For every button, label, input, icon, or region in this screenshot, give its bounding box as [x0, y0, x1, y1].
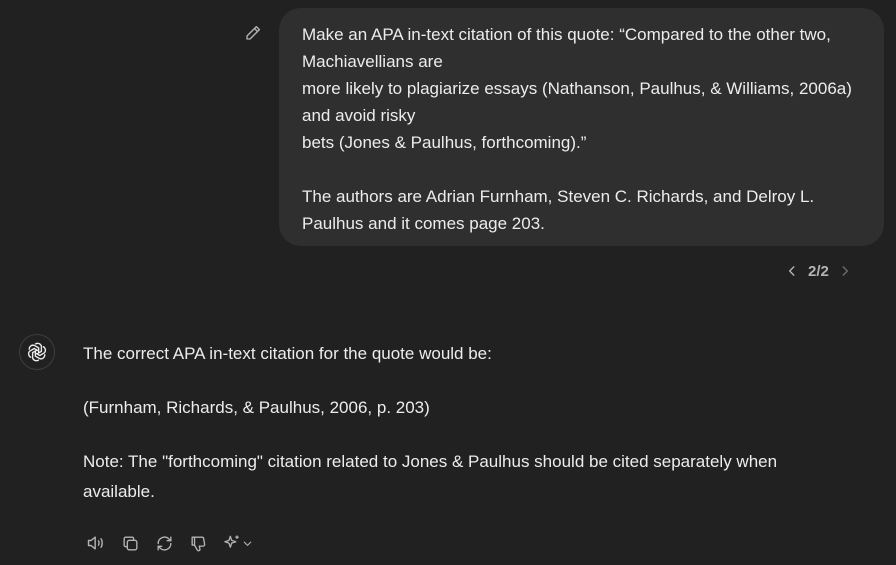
switch-model-button[interactable]	[220, 530, 254, 556]
chevron-right-icon	[838, 264, 852, 278]
thumbs-down-icon	[189, 534, 208, 553]
regenerate-button[interactable]	[152, 530, 176, 556]
copy-icon	[121, 534, 140, 553]
pencil-icon	[244, 24, 262, 42]
message-action-bar	[84, 530, 254, 556]
previous-response-button[interactable]	[782, 260, 802, 282]
assistant-message-citation: (Furnham, Richards, & Paulhus, 2006, p. …	[83, 398, 430, 417]
user-message-bubble: Make an APA in-text citation of this quo…	[279, 8, 884, 246]
bad-response-button[interactable]	[186, 530, 210, 556]
copy-button[interactable]	[118, 530, 142, 556]
assistant-avatar	[19, 334, 55, 370]
response-pager: 2/2	[782, 260, 855, 282]
openai-logo-icon	[26, 341, 48, 363]
assistant-message-paragraph: Note: The "forthcoming" citation related…	[83, 452, 778, 501]
next-response-button[interactable]	[835, 260, 855, 282]
chevron-left-icon	[785, 264, 799, 278]
pager-label: 2/2	[808, 262, 829, 280]
user-message-paragraph: The authors are Adrian Furnham, Steven C…	[302, 187, 815, 233]
assistant-message: The correct APA in-text citation for the…	[83, 339, 843, 531]
chat-page: Make an APA in-text citation of this quo…	[0, 0, 896, 565]
sparkle-model-icon	[222, 533, 242, 553]
edit-message-button[interactable]	[240, 20, 266, 46]
regenerate-icon	[155, 534, 174, 553]
user-message-paragraph: Make an APA in-text citation of this quo…	[302, 25, 852, 152]
assistant-message-paragraph: The correct APA in-text citation for the…	[83, 344, 492, 363]
read-aloud-button[interactable]	[84, 530, 108, 556]
speaker-icon	[86, 533, 106, 553]
chevron-down-icon	[242, 538, 253, 549]
